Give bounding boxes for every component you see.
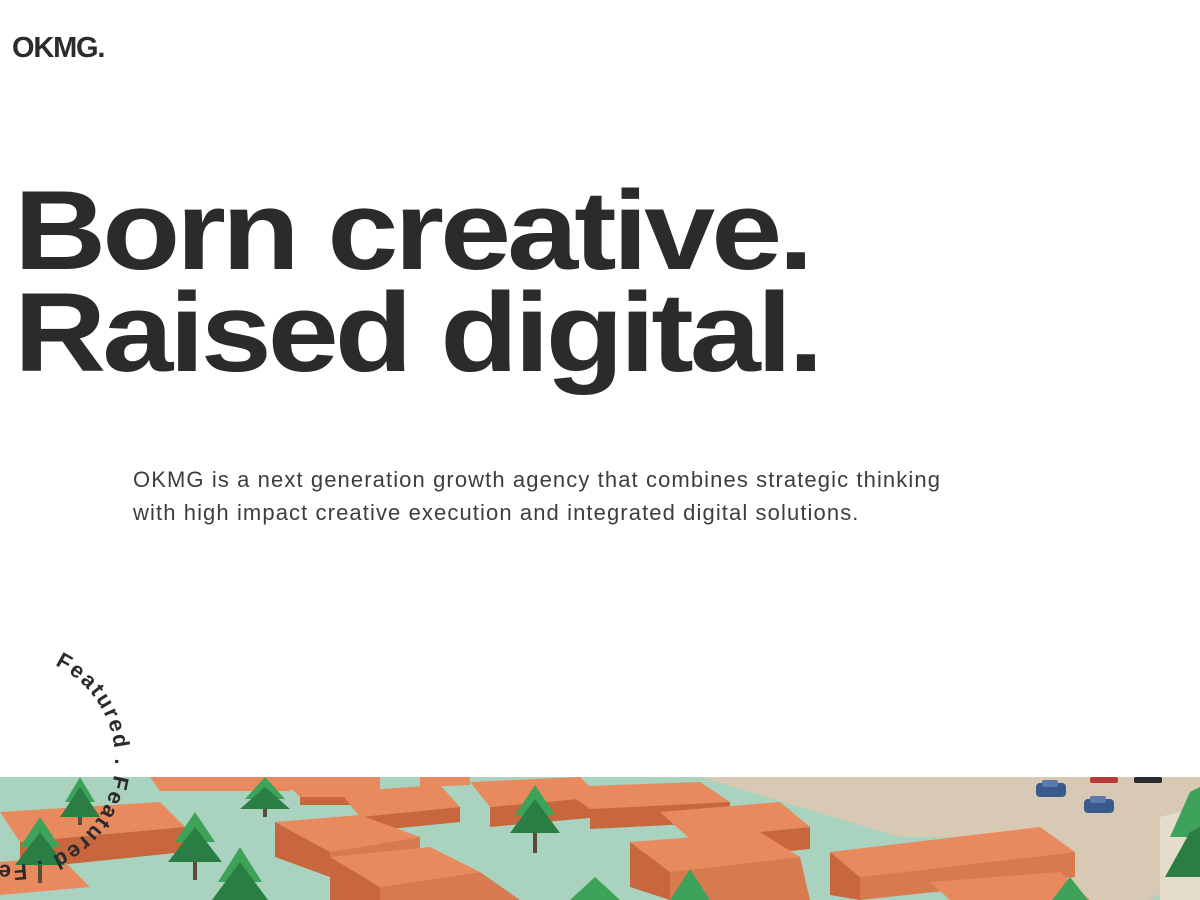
house [150, 777, 300, 791]
hero-heading: Born creative. Raised digital. [14, 168, 824, 395]
car [1134, 777, 1162, 783]
site-logo[interactable]: OKMG. [12, 34, 105, 63]
featured-rotating-badge[interactable]: Featured . Featured . Featured . [0, 640, 130, 880]
intro-paragraph: OKMG is a next generation growth agency … [133, 467, 942, 525]
page: OKMG. Born creative. Raised digital. OKM… [0, 0, 1200, 900]
hero-heading-line-2: Raised digital. [14, 270, 824, 395]
featured-neighbourhood-image [0, 777, 1200, 900]
car [1090, 777, 1118, 783]
hero-heading-line-1: Born creative. [14, 168, 814, 293]
featured-badge-text: Featured . Featured . Featured . [0, 647, 130, 880]
